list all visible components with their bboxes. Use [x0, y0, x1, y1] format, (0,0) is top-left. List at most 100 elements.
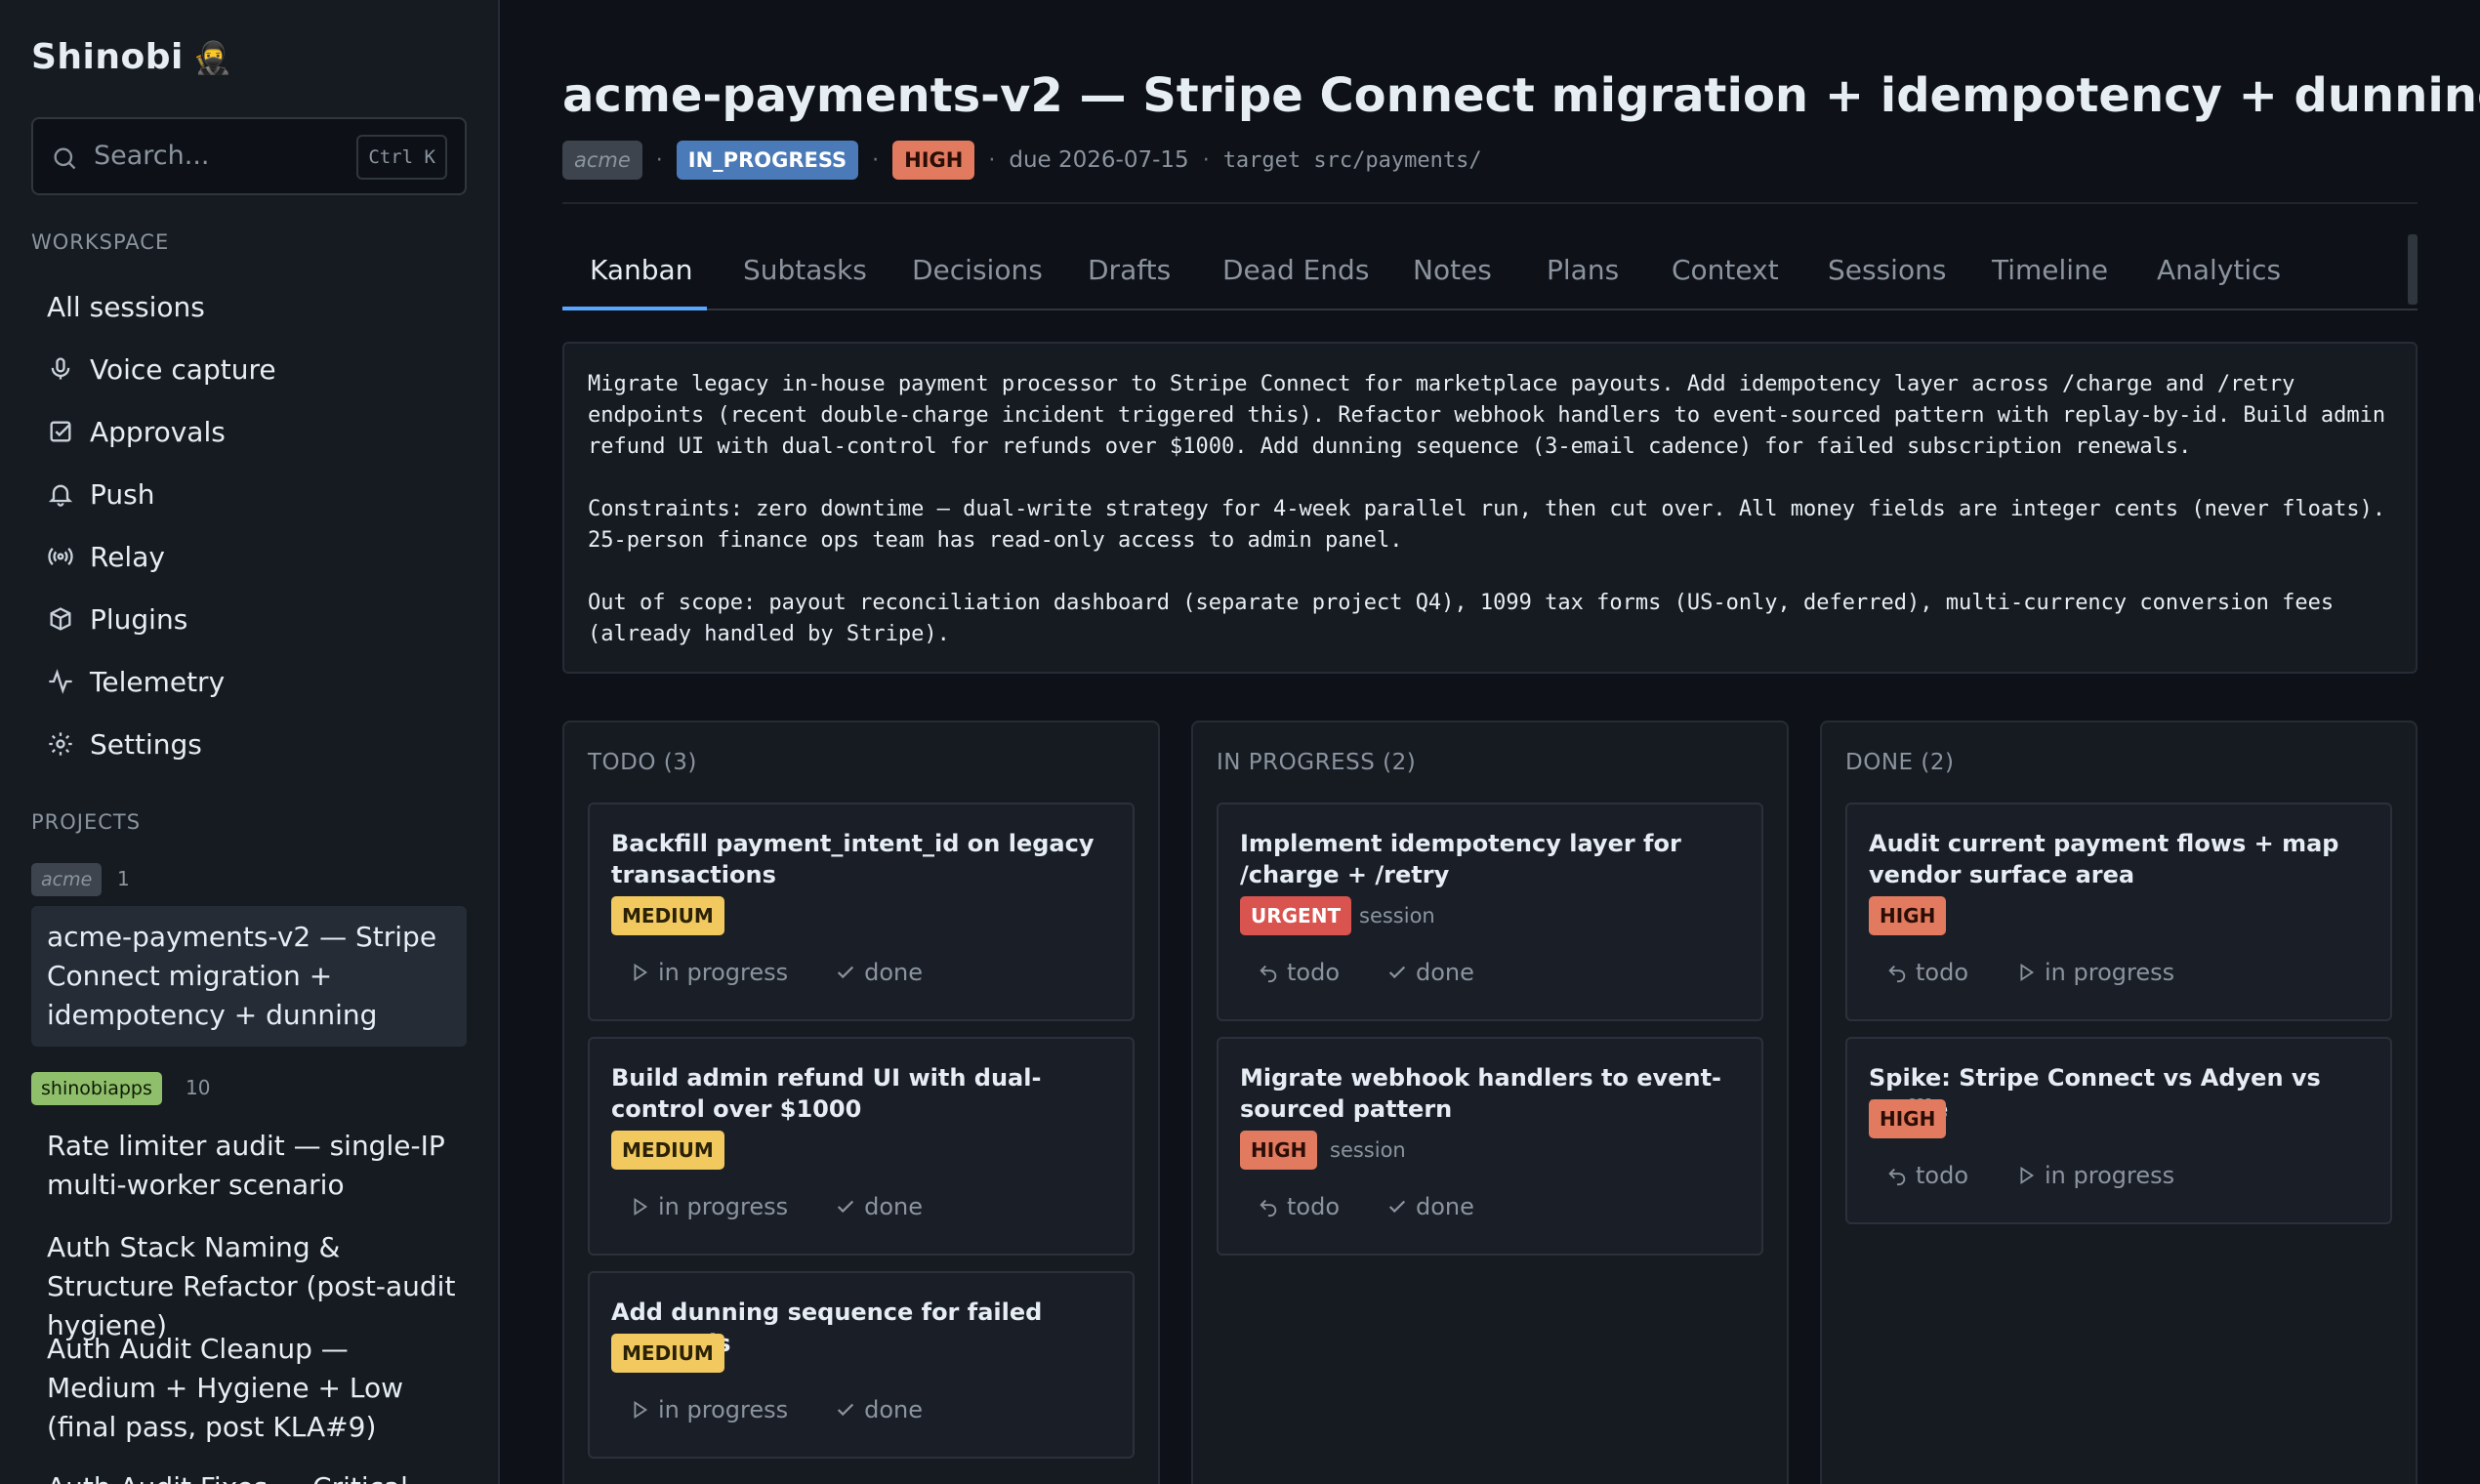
- tab-kanban[interactable]: Kanban: [590, 254, 692, 286]
- action-label: in progress: [2045, 1162, 2175, 1189]
- action-label: done: [864, 1396, 924, 1423]
- sidebar: Shinobi 🥷 Search... Ctrl K WORKSPACE All …: [0, 0, 500, 1484]
- separator: ·: [1202, 147, 1210, 173]
- card-title: Migrate webhook handlers to event-source…: [1240, 1064, 1721, 1123]
- action-label: in progress: [658, 959, 789, 986]
- bell-icon: [48, 484, 73, 507]
- tab-context[interactable]: Context: [1672, 254, 1779, 286]
- move-in-progress-button[interactable]: in progress: [629, 1396, 788, 1423]
- kanban-card[interactable]: Implement idempotency layer for /charge …: [1217, 803, 1763, 1021]
- broadcast-icon: [48, 548, 73, 565]
- play-icon: [634, 1400, 648, 1420]
- kanban-card[interactable]: Spike: Stripe Connect vs Adyen vs Mollie…: [1845, 1037, 2392, 1224]
- nav-all-sessions[interactable]: All sessions: [47, 279, 205, 334]
- move-in-progress-button[interactable]: in progress: [629, 1193, 788, 1220]
- project-item[interactable]: Auth Stack Naming & Structure Refactor (…: [47, 1228, 457, 1345]
- checkbox-icon: [50, 421, 71, 442]
- session-link[interactable]: session: [1330, 1138, 1406, 1162]
- tab-analytics[interactable]: Analytics: [2157, 254, 2281, 286]
- project-item[interactable]: Auth Audit Cleanup — Medium + Hygiene + …: [47, 1330, 457, 1447]
- nav-telemetry[interactable]: Telemetry: [47, 654, 225, 709]
- check-icon: [1388, 1200, 1406, 1214]
- tab-plans[interactable]: Plans: [1547, 254, 1619, 286]
- search-box[interactable]: Search... Ctrl K: [31, 117, 467, 195]
- move-todo-button[interactable]: todo: [1258, 1193, 1340, 1220]
- tab-subtasks[interactable]: Subtasks: [743, 254, 867, 286]
- search-input[interactable]: Search...: [94, 141, 210, 171]
- priority-badge: HIGH: [1869, 896, 1947, 935]
- project-item[interactable]: Auth Audit Fixes — Critical: [47, 1468, 457, 1484]
- action-label: done: [864, 1193, 924, 1220]
- tab-drafts[interactable]: Drafts: [1088, 254, 1171, 286]
- kanban-card[interactable]: Backfill payment_intent_id on legacy tra…: [588, 803, 1135, 1021]
- card-actions: todo in progress: [1886, 1162, 2174, 1189]
- card-title: Implement idempotency layer for /charge …: [1240, 830, 1681, 888]
- tab-sessions[interactable]: Sessions: [1828, 254, 1946, 286]
- tab-dead-ends[interactable]: Dead Ends: [1222, 254, 1369, 286]
- status-badge[interactable]: IN_PROGRESS: [676, 141, 859, 180]
- separator: ·: [988, 147, 996, 173]
- divider: [562, 202, 2418, 204]
- nav-push[interactable]: Push: [47, 467, 154, 521]
- kanban-card[interactable]: Add dunning sequence for failed renewals…: [588, 1271, 1135, 1459]
- nav-voice-capture[interactable]: Voice capture: [47, 342, 276, 396]
- project-group-count: 1: [117, 867, 130, 890]
- move-in-progress-button[interactable]: in progress: [629, 959, 788, 986]
- ninja-logo-icon: 🥷: [192, 39, 233, 76]
- nav-relay[interactable]: Relay: [47, 529, 165, 584]
- project-item-acme-payments[interactable]: acme-payments-v2 — Stripe Connect migrat…: [47, 918, 457, 1035]
- move-todo-button[interactable]: todo: [1886, 959, 1968, 986]
- play-icon: [634, 1197, 648, 1216]
- move-in-progress-button[interactable]: in progress: [2015, 959, 2174, 986]
- app-brand[interactable]: Shinobi 🥷: [31, 37, 232, 77]
- activity-icon: [49, 669, 72, 694]
- nav-approvals[interactable]: Approvals: [47, 404, 226, 459]
- tab-scrollbar[interactable]: [2408, 234, 2418, 305]
- undo-icon: [1888, 965, 1906, 983]
- card-actions: in progress done: [629, 1193, 923, 1220]
- card-actions: todo done: [1258, 1193, 1474, 1220]
- priority-badge[interactable]: HIGH: [892, 141, 975, 180]
- action-label: done: [1416, 959, 1474, 986]
- action-label: todo: [1916, 959, 1969, 986]
- session-link[interactable]: session: [1359, 904, 1435, 928]
- move-todo-button[interactable]: todo: [1886, 1162, 1968, 1189]
- action-label: todo: [1287, 1193, 1341, 1220]
- tab-decisions[interactable]: Decisions: [912, 254, 1043, 286]
- org-badge[interactable]: acme: [562, 141, 642, 180]
- separator: ·: [872, 147, 880, 173]
- active-tab-indicator: [562, 307, 707, 310]
- tab-bar: Kanban Subtasks Decisions Drafts Dead En…: [562, 234, 2418, 310]
- move-done-button[interactable]: done: [1386, 1193, 1474, 1220]
- kanban-card[interactable]: Build admin refund UI with dual-control …: [588, 1037, 1135, 1256]
- project-group-count: 10: [186, 1076, 211, 1099]
- kanban-card[interactable]: Migrate webhook handlers to event-source…: [1217, 1037, 1763, 1256]
- move-done-button[interactable]: done: [1386, 959, 1474, 986]
- main-content: acme-payments-v2 — Stripe Connect migrat…: [562, 0, 2480, 1484]
- move-done-button[interactable]: done: [835, 1396, 923, 1423]
- move-todo-button[interactable]: todo: [1258, 959, 1340, 986]
- tab-timeline[interactable]: Timeline: [1992, 254, 2108, 286]
- action-label: in progress: [658, 1396, 789, 1423]
- kanban-card[interactable]: Audit current payment flows + map vendor…: [1845, 803, 2392, 1021]
- target-path: target src/payments/: [1222, 147, 1482, 173]
- nav-label: Approvals: [90, 415, 226, 448]
- move-done-button[interactable]: done: [835, 1193, 923, 1220]
- action-label: done: [864, 959, 924, 986]
- move-done-button[interactable]: done: [835, 959, 923, 986]
- check-icon: [838, 966, 854, 979]
- projects-label: PROJECTS: [31, 810, 142, 834]
- nav-plugins[interactable]: Plugins: [47, 592, 187, 646]
- search-icon: [54, 147, 76, 170]
- project-item[interactable]: Rate limiter audit — single-IP multi-wor…: [47, 1127, 457, 1205]
- project-group-tag-shinobiapps[interactable]: shinobiapps: [31, 1072, 162, 1105]
- project-group-tag-acme[interactable]: acme: [31, 863, 103, 896]
- package-icon: [50, 607, 71, 631]
- move-in-progress-button[interactable]: in progress: [2015, 1162, 2174, 1189]
- undo-icon: [1260, 965, 1277, 983]
- priority-badge: HIGH: [1869, 1099, 1947, 1138]
- card-title: Backfill payment_intent_id on legacy tra…: [611, 830, 1095, 888]
- nav-settings[interactable]: Settings: [47, 717, 202, 771]
- tab-notes[interactable]: Notes: [1413, 254, 1492, 286]
- column-title: TODO (3): [588, 750, 697, 775]
